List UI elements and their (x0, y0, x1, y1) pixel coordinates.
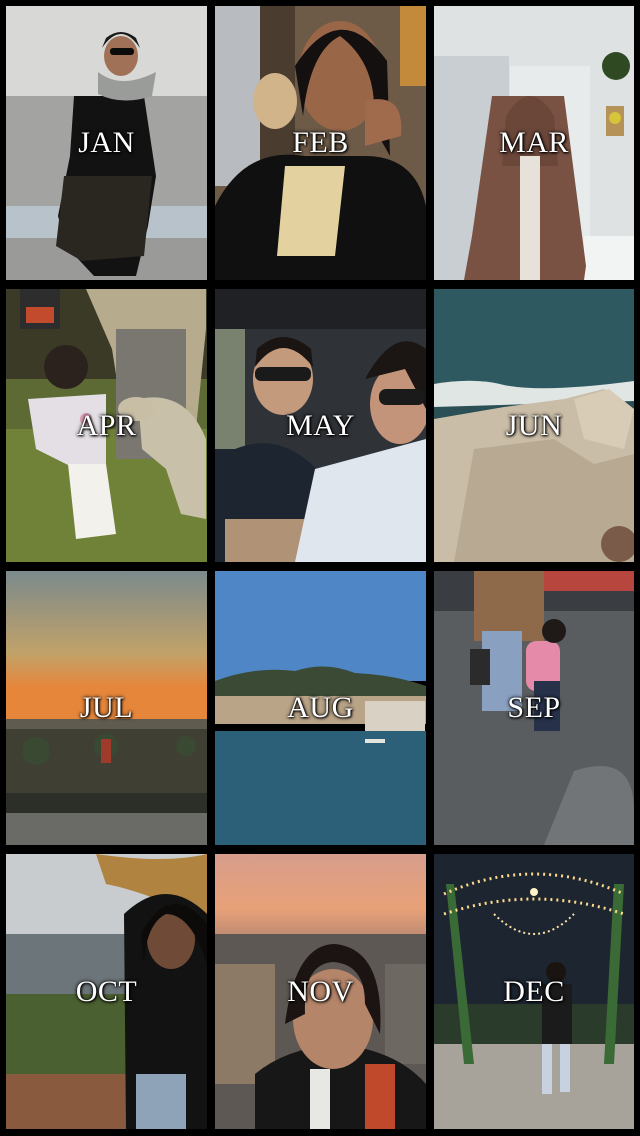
month-label: MAR (499, 126, 569, 159)
month-label: SEP (507, 691, 561, 724)
photo-tile-jul[interactable]: JUL (6, 571, 207, 845)
photo-tile-jun[interactable]: JUN (434, 289, 634, 562)
month-label: NOV (287, 974, 354, 1008)
monthly-photo-collage: JAN FEB MAR APR MAY JUN JUL AUG SEP OCT … (6, 6, 634, 1130)
month-label: JUN (505, 408, 563, 442)
month-label: FEB (292, 126, 349, 159)
photo-tile-oct[interactable]: OCT (6, 854, 207, 1129)
photo-tile-nov[interactable]: NOV (215, 854, 426, 1129)
photo-tile-aug[interactable]: AUG (215, 571, 426, 845)
photo-tile-sep[interactable]: SEP (434, 571, 634, 845)
month-label: APR (76, 408, 137, 442)
photo-tile-dec[interactable]: DEC (434, 854, 634, 1129)
month-label: AUG (287, 691, 354, 724)
month-label: JAN (78, 126, 135, 159)
month-label: MAY (286, 408, 355, 442)
photo-tile-feb[interactable]: FEB (215, 6, 426, 280)
photo-tile-apr[interactable]: APR (6, 289, 207, 562)
month-label: DEC (503, 974, 565, 1008)
photo-tile-jan[interactable]: JAN (6, 6, 207, 280)
month-label: JUL (79, 691, 134, 724)
month-label: OCT (75, 974, 138, 1008)
photo-tile-may[interactable]: MAY (215, 289, 426, 562)
photo-tile-mar[interactable]: MAR (434, 6, 634, 280)
